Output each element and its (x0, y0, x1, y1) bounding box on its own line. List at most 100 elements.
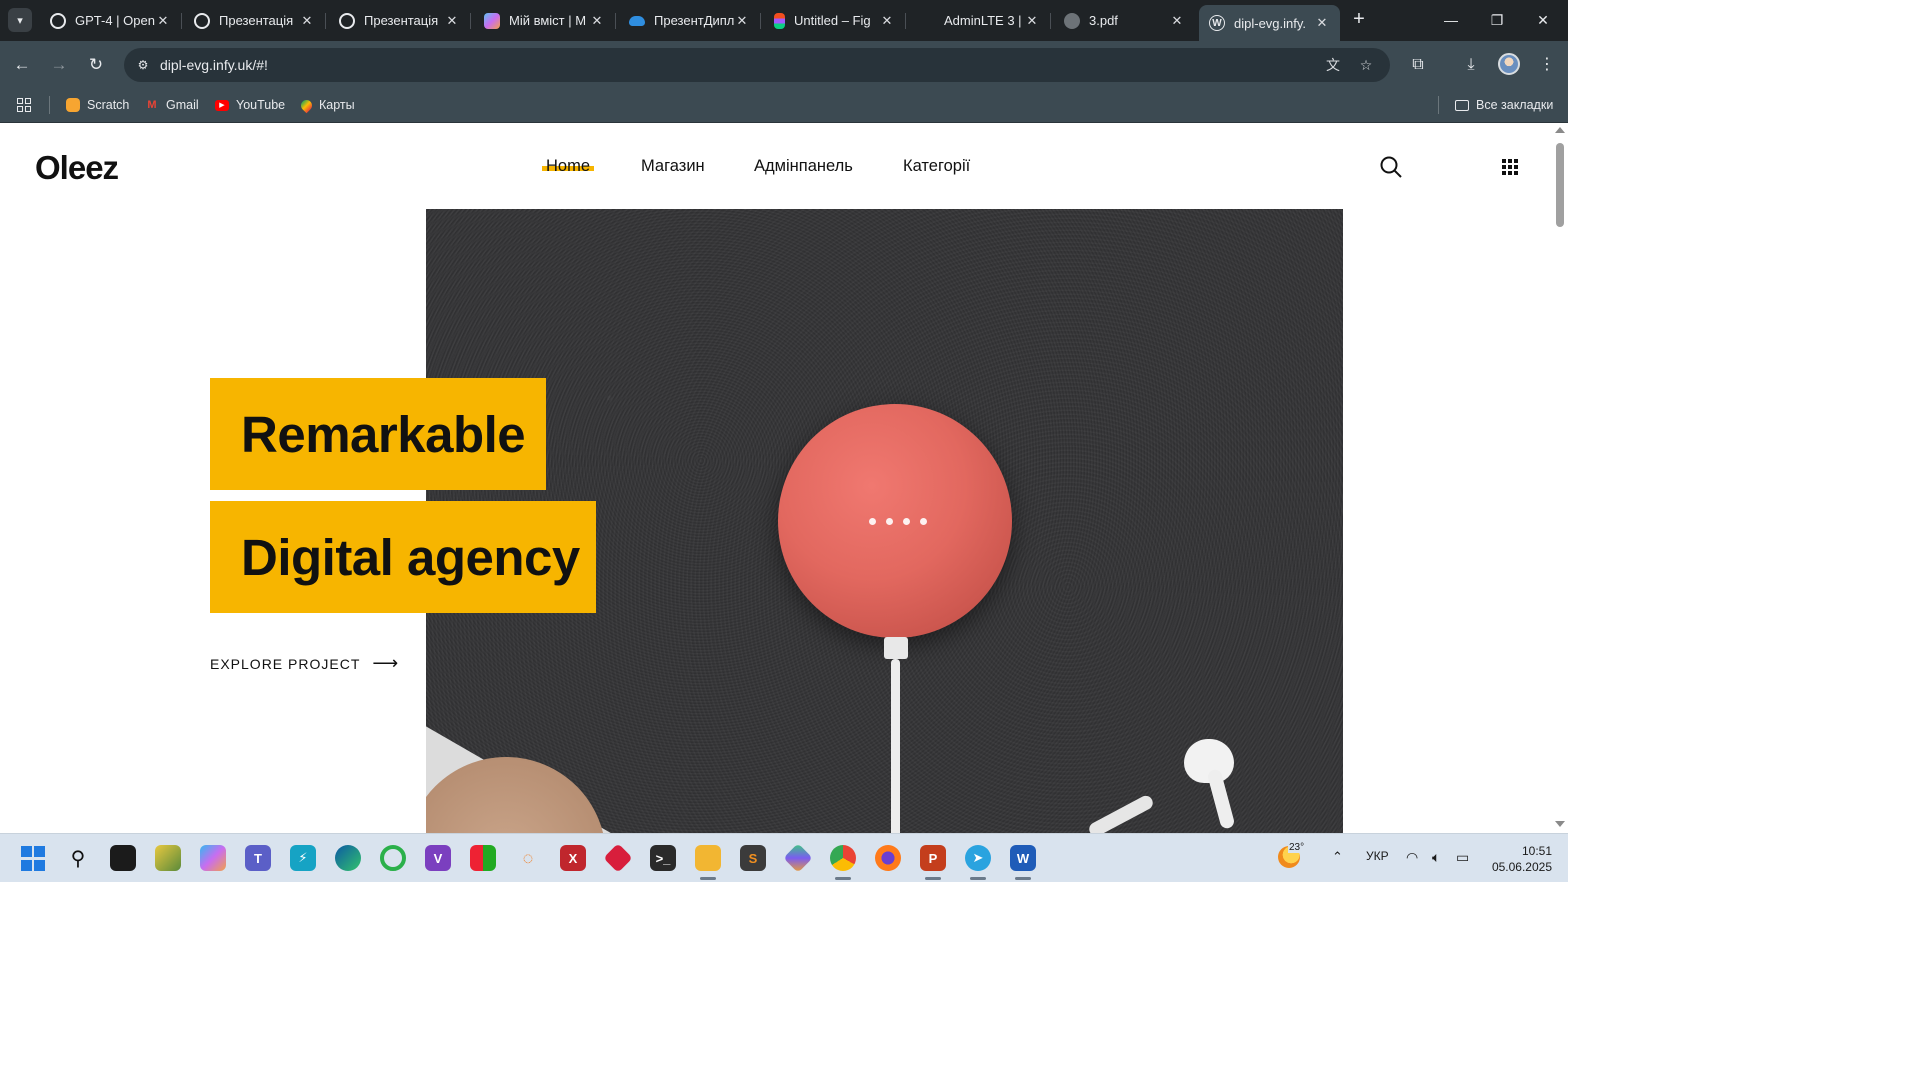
tab-figma[interactable]: Untitled – Fig ✕ (764, 5, 906, 36)
url-text[interactable]: dipl-evg.infy.uk/#! (160, 57, 268, 73)
site-info-icon[interactable]: ⚙ (134, 56, 152, 74)
restore-button[interactable]: ❐ (1474, 6, 1520, 34)
powerpoint-icon[interactable]: P (920, 845, 946, 880)
reload-button[interactable]: ↻ (82, 51, 110, 79)
scroll-up-arrow-icon[interactable] (1555, 127, 1565, 133)
page-scrollbar[interactable] (1552, 123, 1568, 833)
close-tab-icon[interactable]: ✕ (155, 13, 171, 29)
taskbar-search-icon[interactable]: ⚲ (65, 845, 91, 871)
close-window-button[interactable]: ✕ (1520, 6, 1566, 34)
close-tab-icon[interactable]: ✕ (1169, 13, 1185, 29)
office-tools-icon[interactable] (470, 845, 496, 871)
terminal-icon[interactable]: >_ (650, 845, 676, 871)
menu-grid-icon[interactable] (1502, 159, 1518, 175)
bookmark-label: Карты (319, 98, 355, 112)
extensions-icon[interactable]: ⧉ (1405, 52, 1431, 78)
openai-icon (194, 12, 210, 29)
nav-shop[interactable]: Магазин (641, 157, 705, 176)
wifi-icon[interactable]: ◠ (1406, 849, 1418, 866)
close-tab-icon[interactable]: ✕ (879, 13, 895, 29)
weather-temperature: 23° (1288, 842, 1306, 853)
sublime-text-icon[interactable]: S (740, 845, 766, 871)
search-icon[interactable] (1380, 156, 1402, 178)
close-tab-icon[interactable]: ✕ (1024, 13, 1040, 29)
scroll-down-arrow-icon[interactable] (1555, 821, 1565, 827)
gmail-icon: M (147, 99, 157, 111)
volume-icon[interactable]: 🔈︎ (1432, 849, 1440, 866)
tab-onedrive[interactable]: ПрезентДипл ✕ (619, 5, 761, 36)
close-tab-icon[interactable]: ✕ (589, 13, 605, 29)
figma-icon (774, 12, 785, 29)
clock-time: 10:51 (1521, 844, 1552, 858)
globe-icon (1064, 12, 1080, 29)
close-tab-icon[interactable]: ✕ (1314, 15, 1330, 31)
language-indicator[interactable]: УКР (1366, 849, 1389, 863)
task-view-icon[interactable] (110, 845, 136, 871)
xampp-icon[interactable]: X (560, 845, 586, 871)
smart-speaker (778, 404, 1012, 638)
apps-grid-icon[interactable] (17, 95, 31, 115)
bookmark-maps[interactable]: Карты (298, 95, 355, 115)
tab-title: ПрезентДипл (654, 13, 734, 28)
copilot-icon[interactable] (200, 845, 226, 871)
close-tab-icon[interactable]: ✕ (734, 13, 750, 29)
tab-pdf[interactable]: 3.pdf ✕ (1054, 5, 1195, 36)
download-icon[interactable]: ⤓ (1458, 52, 1484, 78)
edge-icon[interactable] (335, 845, 361, 871)
back-button[interactable]: ← (8, 51, 36, 79)
close-tab-icon[interactable]: ✕ (299, 13, 315, 29)
minimize-button[interactable]: — (1428, 6, 1474, 34)
refresh-app-icon[interactable] (380, 845, 406, 871)
nav-admin-panel[interactable]: Адмінпанель (754, 157, 853, 176)
visual-studio-icon[interactable]: V (425, 845, 451, 871)
tab-search-icon[interactable]: ▾ (8, 8, 32, 32)
tab-presentation-2[interactable]: Презентація ✕ (329, 5, 471, 36)
hero-headline-line-2: Digital agency (241, 528, 580, 586)
hero-headline-line-1: Remarkable (241, 405, 526, 463)
teams-icon[interactable]: T (245, 845, 271, 871)
tab-dipl-evg[interactable]: W dipl-evg.infy. ✕ (1199, 5, 1340, 41)
tray-chevron-up-icon[interactable]: ⌃ (1332, 849, 1343, 865)
tab-title: Презентація (364, 13, 439, 28)
windows-start-icon[interactable] (20, 845, 46, 871)
git-icon[interactable] (603, 843, 633, 873)
telegram-icon[interactable]: ➤ (965, 845, 991, 880)
widgets-icon[interactable] (155, 845, 181, 871)
chrome-icon[interactable] (830, 845, 856, 880)
tab-gpt4[interactable]: GPT-4 | OpenAI ✕ (40, 5, 182, 36)
nav-categories[interactable]: Категорії (903, 157, 970, 176)
word-icon[interactable]: W (1010, 845, 1036, 880)
profile-avatar[interactable] (1498, 53, 1520, 75)
close-tab-icon[interactable]: ✕ (444, 13, 460, 29)
tab-my-content[interactable]: Мій вміст | M ✕ (474, 5, 616, 36)
scroll-thumb[interactable] (1556, 143, 1564, 227)
address-bar[interactable]: ⚙ dipl-evg.infy.uk/#! 文 ☆ (124, 48, 1390, 82)
hero-headline-box-1: Remarkable (210, 378, 546, 490)
new-tab-button[interactable]: + (1348, 8, 1370, 32)
system-clock[interactable]: 10:51 05.06.2025 (1486, 843, 1552, 875)
bookmark-gmail[interactable]: M Gmail (145, 95, 198, 115)
tab-presentation-1[interactable]: Презентація ✕ (184, 5, 326, 36)
all-bookmarks-button[interactable]: Все закладки (1455, 95, 1553, 115)
jupyter-icon[interactable]: ◌ (515, 845, 541, 871)
power-automate-icon[interactable]: ⚡ (290, 845, 316, 871)
file-explorer-icon[interactable] (695, 845, 721, 880)
more-menu-icon[interactable]: ⋮ (1534, 52, 1560, 78)
cable-plug (884, 637, 908, 659)
tab-adminlte[interactable]: AdminLTE 3 | ✕ (909, 5, 1051, 36)
browser-tab-bar: ▾ GPT-4 | OpenAI ✕ Презентація ✕ Презент… (0, 0, 1568, 41)
forward-button[interactable]: → (45, 51, 73, 79)
bookmark-youtube[interactable]: ▶ YouTube (215, 95, 285, 115)
site-logo[interactable]: Oleez (35, 149, 119, 187)
firefox-icon[interactable] (875, 845, 901, 871)
bookmark-star-icon[interactable]: ☆ (1356, 55, 1376, 75)
translate-icon[interactable]: 文 (1323, 55, 1343, 75)
dev-app-icon[interactable] (783, 843, 813, 873)
nav-home[interactable]: Home (542, 157, 595, 176)
openai-icon (50, 12, 66, 29)
youtube-icon: ▶ (215, 99, 229, 111)
bookmark-scratch[interactable]: Scratch (66, 95, 129, 115)
tab-title: GPT-4 | OpenAI (75, 13, 155, 28)
explore-project-link[interactable]: EXPLORE PROJECT ⟶ (210, 653, 399, 674)
battery-icon[interactable]: ▭ (1456, 849, 1469, 866)
